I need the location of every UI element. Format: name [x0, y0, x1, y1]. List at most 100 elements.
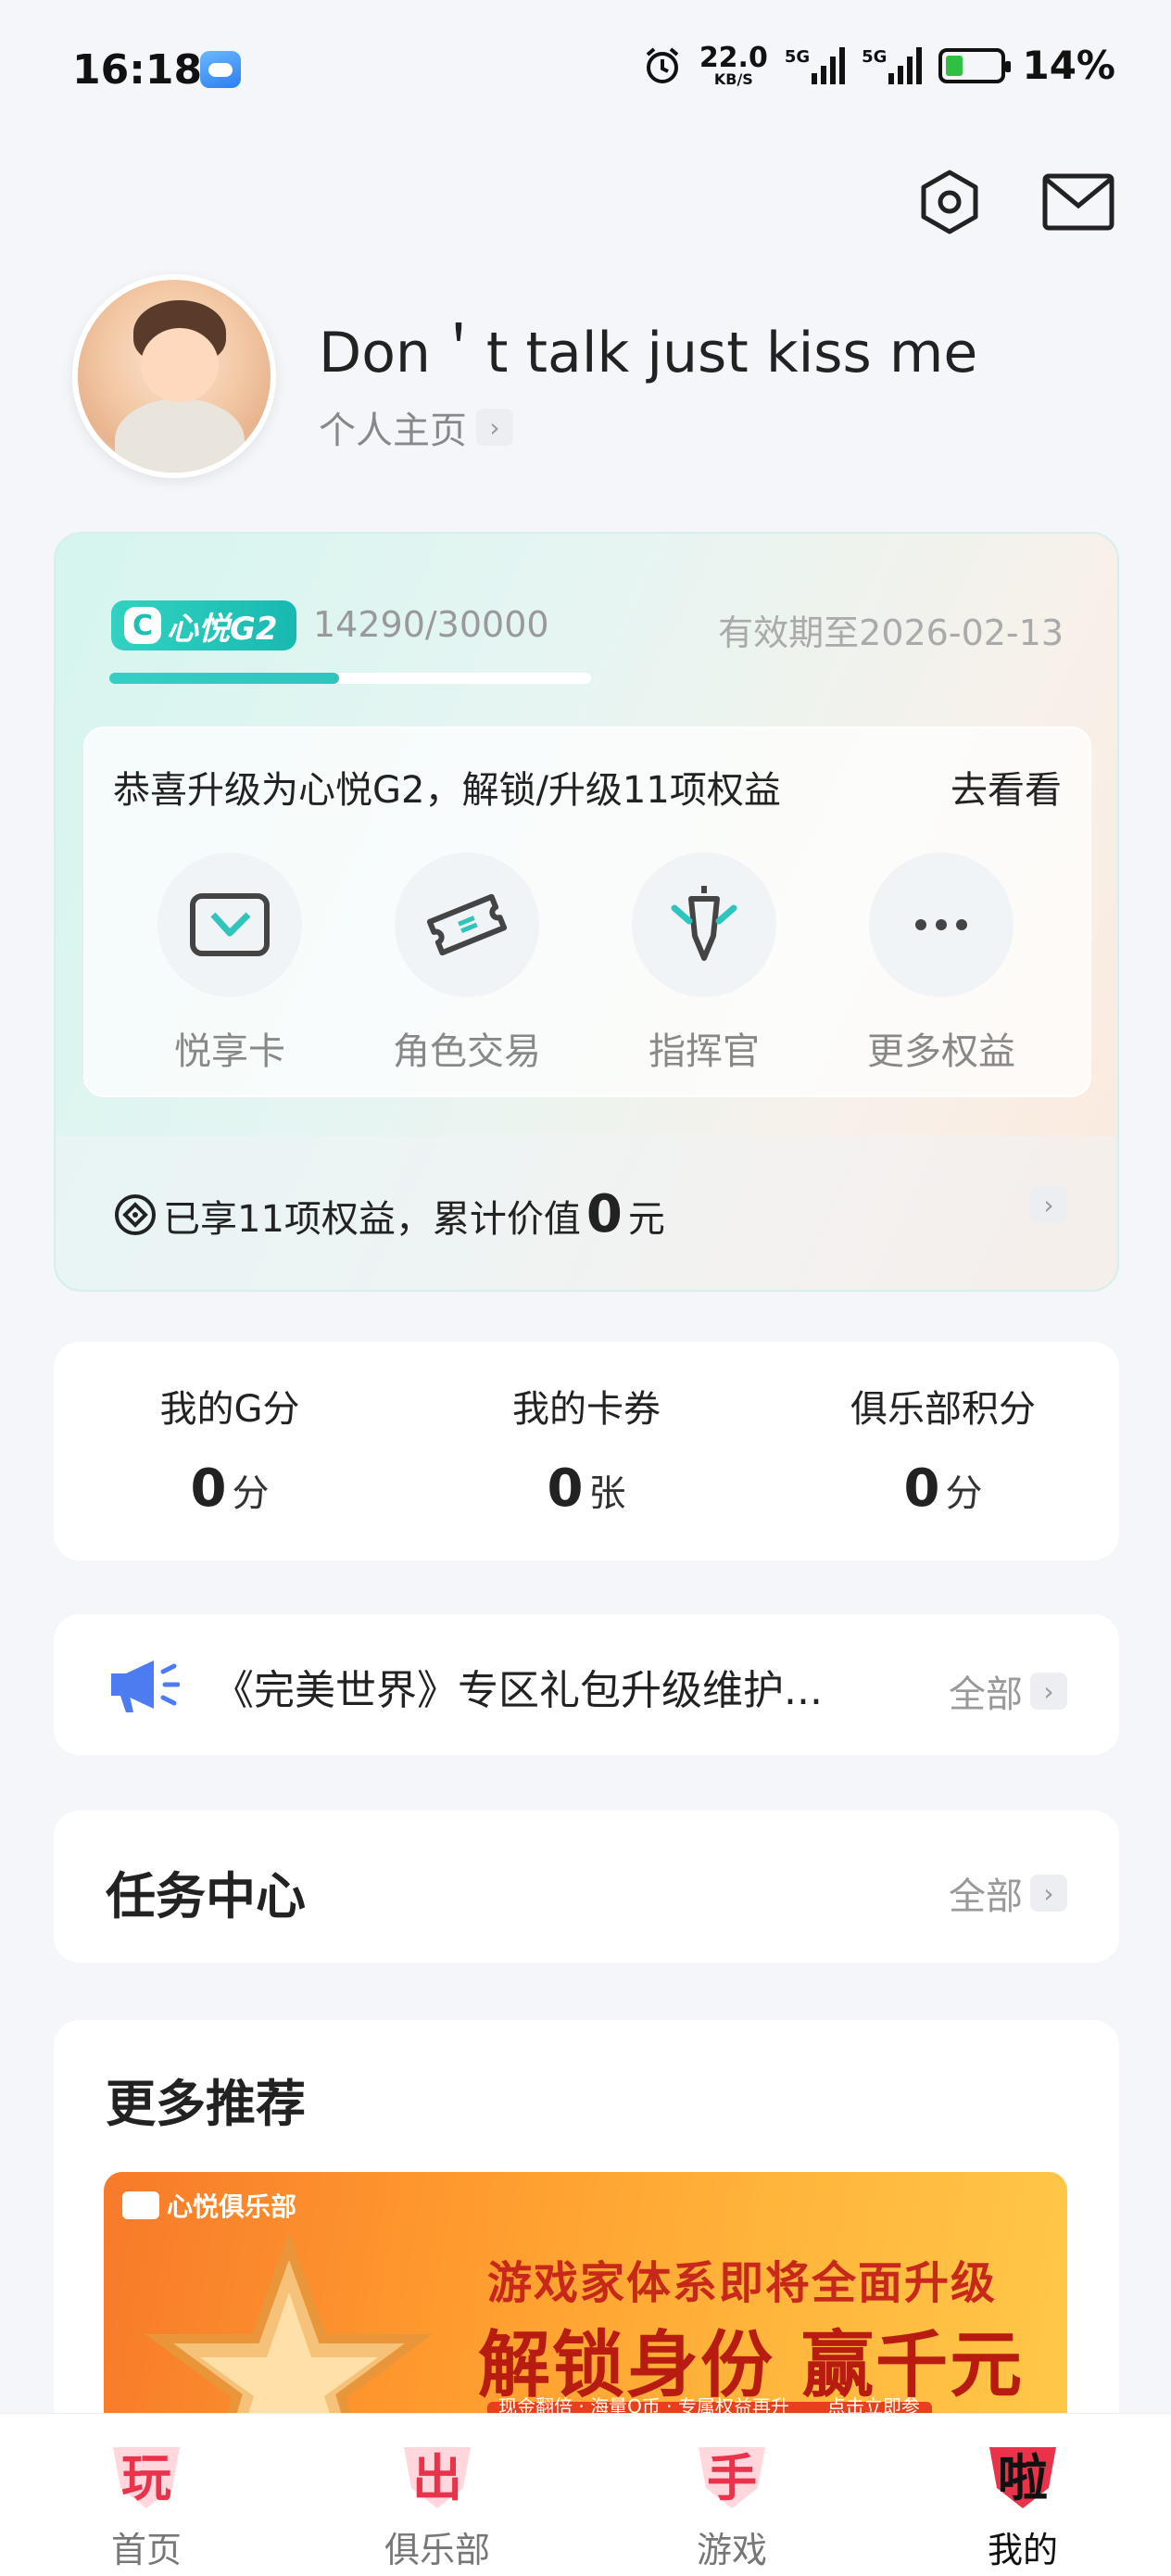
nav-label: 俱乐部: [384, 2530, 490, 2570]
task-center-all-link[interactable]: 全部 ›: [949, 1866, 1067, 1920]
games-tab-icon: 手: [689, 2431, 774, 2516]
stat-g-points[interactable]: 我的G分 0分: [91, 1379, 369, 1519]
task-center-title: 任务中心: [106, 1867, 306, 1926]
benefit-item[interactable]: 指挥官: [611, 852, 797, 1075]
signal-1: 5G: [784, 46, 846, 84]
nav-club[interactable]: 出 俱乐部: [345, 2431, 530, 2572]
battery-icon: [938, 47, 1012, 83]
avatar[interactable]: [72, 274, 276, 478]
benefit-item[interactable]: 角色交易: [374, 852, 560, 1075]
stat-club-points[interactable]: 俱乐部积分 0分: [804, 1379, 1082, 1519]
recommendations-title: 更多推荐: [106, 2075, 306, 2133]
vip-progress-text: 14290/30000: [313, 604, 549, 645]
chevron-right-icon: ›: [1030, 1186, 1067, 1223]
vip-card[interactable]: C 心悦G2 14290/30000 有效期至2026-02-13 恭喜升级为心…: [54, 532, 1119, 1292]
stat-title: 俱乐部积分: [850, 1388, 1036, 1431]
announcement-text: 《完美世界》专区礼包升级维护...: [213, 1667, 823, 1714]
nav-glyph: 啦: [998, 2448, 1048, 2507]
card-icon: [190, 893, 270, 956]
club-logo: 心悦俱乐部: [122, 2187, 296, 2224]
nav-games[interactable]: 手 游戏: [639, 2431, 825, 2572]
status-bar: 16:18 22.0 KB/S 5G 5G 14%: [0, 0, 1171, 139]
net-speed: 22.0 KB/S: [699, 44, 768, 87]
battery-level: 14%: [1022, 43, 1115, 88]
chevron-right-icon: ›: [476, 409, 513, 446]
benefit-summary-value: 0: [586, 1184, 623, 1244]
benefit-item[interactable]: 更多权益: [849, 852, 1034, 1075]
nav-glyph: 出: [412, 2448, 462, 2507]
ticket-icon: [426, 893, 508, 956]
status-icons: 22.0 KB/S 5G 5G 14%: [642, 43, 1115, 88]
chevron-right-icon: ›: [1030, 1673, 1067, 1710]
net-speed-value: 22.0: [699, 41, 768, 74]
stat-title: 我的G分: [159, 1388, 300, 1431]
benefit-icon-circle: [157, 852, 302, 997]
megaphone-icon: [111, 1661, 180, 1712]
mine-tab-icon: 啦: [980, 2431, 1065, 2516]
profile-homepage-link[interactable]: 个人主页 ›: [319, 400, 513, 454]
home-tab-icon: 玩: [104, 2431, 189, 2516]
stat-unit: 张: [588, 1472, 626, 1515]
mail-icon: [1042, 173, 1114, 231]
nav-mine[interactable]: 啦 我的: [930, 2431, 1115, 2572]
signal-2: 5G: [862, 46, 923, 84]
profile-homepage-label: 个人主页: [319, 410, 467, 452]
nav-home[interactable]: 玩 首页: [54, 2431, 239, 2572]
benefit-item[interactable]: 悦享卡: [137, 852, 322, 1075]
all-label: 全部: [949, 1673, 1023, 1716]
benefit-summary-text: 已享11项权益，累计价值 0 元: [113, 1184, 665, 1244]
vip-level-badge: C 心悦G2: [111, 600, 296, 650]
vip-level-label: 心悦G2: [167, 610, 278, 648]
stat-value: 0: [190, 1458, 227, 1519]
vip-progress-fill: [109, 673, 339, 684]
stat-unit: 分: [232, 1472, 270, 1515]
clock: 16:18: [72, 46, 203, 94]
all-label: 全部: [949, 1875, 1023, 1918]
vip-benefits-panel: 恭喜升级为心悦G2，解锁/升级11项权益 去看看 悦享卡 角色交易 指挥官 更多…: [83, 726, 1091, 1097]
signal-2-label: 5G: [862, 46, 888, 67]
vip-logo-icon: C: [124, 607, 161, 644]
benefit-summary-prefix: 已享11项权益，累计价值: [163, 1198, 581, 1241]
nav-label: 游戏: [696, 2530, 767, 2570]
stat-value: 0: [903, 1458, 940, 1519]
vip-upgrade-text: 恭喜升级为心悦G2，解锁/升级11项权益: [113, 769, 781, 812]
signal-1-label: 5G: [784, 46, 811, 67]
messages-button[interactable]: [1041, 165, 1115, 239]
benefit-icon-circle: [632, 852, 776, 997]
announcement-bar[interactable]: 《完美世界》专区礼包升级维护... 全部 ›: [54, 1614, 1119, 1755]
signal-bars-icon: [888, 46, 923, 84]
weather-icon: [200, 51, 241, 88]
view-benefits-link[interactable]: 去看看: [951, 760, 1062, 814]
stats-card: 我的G分 0分 我的卡券 0张 俱乐部积分 0分: [54, 1342, 1119, 1560]
stat-coupons[interactable]: 我的卡券 0张: [447, 1379, 725, 1519]
nav-label: 我的: [987, 2530, 1058, 2570]
announcement-all-link[interactable]: 全部 ›: [949, 1664, 1067, 1718]
benefit-label: 指挥官: [648, 1030, 760, 1073]
nav-glyph: 玩: [121, 2448, 171, 2507]
stat-value: 0: [547, 1458, 584, 1519]
settings-button[interactable]: [913, 165, 987, 239]
task-center-card[interactable]: 任务中心 全部 ›: [54, 1811, 1119, 1963]
bottom-nav: 玩 首页 出 俱乐部 手 游戏 啦 我的: [0, 2413, 1171, 2576]
benefit-label: 更多权益: [867, 1030, 1015, 1073]
net-speed-unit: KB/S: [713, 69, 753, 88]
stat-unit: 分: [945, 1472, 983, 1515]
more-icon: [915, 919, 967, 930]
benefit-icon-circle: [869, 852, 1014, 997]
vip-expire-date: 有效期至2026-02-13: [718, 612, 1064, 653]
vip-progress-bar: [109, 673, 591, 684]
diamond-badge-icon: [115, 1193, 156, 1235]
benefit-label: 悦享卡: [174, 1030, 285, 1073]
club-logo-text: 心悦俱乐部: [167, 2191, 297, 2222]
username: Don＇t talk just kiss me: [319, 321, 978, 385]
vip-benefit-summary[interactable]: 已享11项权益，累计价值 0 元 ›: [56, 1136, 1117, 1290]
sword-icon: [671, 886, 737, 961]
signal-bars-icon: [812, 46, 846, 84]
club-tab-icon: 出: [395, 2431, 480, 2516]
chevron-right-icon: ›: [1030, 1875, 1067, 1912]
settings-hex-icon: [921, 170, 978, 234]
banner-subtitle: 游戏家体系即将全面升级: [487, 2257, 998, 2309]
benefit-summary-unit: 元: [627, 1198, 665, 1241]
nav-label: 首页: [110, 2530, 182, 2570]
benefit-label: 角色交易: [393, 1030, 541, 1073]
